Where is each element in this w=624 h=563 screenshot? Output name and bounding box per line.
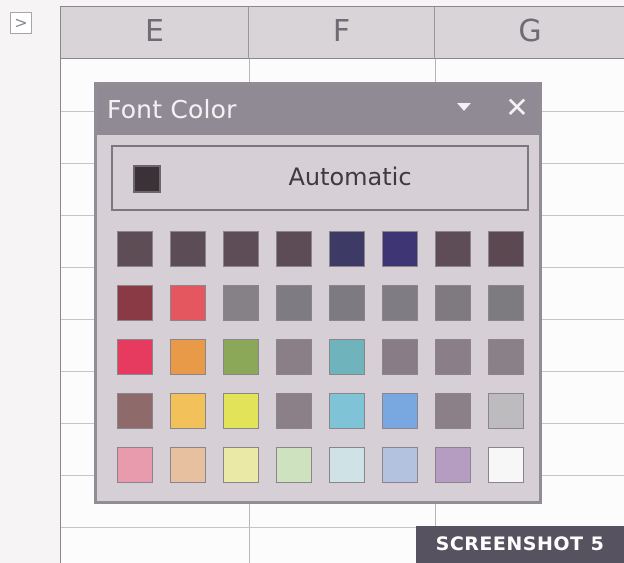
column-header-f[interactable]: F bbox=[249, 7, 435, 59]
color-swatch-r5-c8[interactable] bbox=[488, 447, 524, 483]
color-swatch-r1-c3[interactable] bbox=[223, 231, 259, 267]
color-swatch-r1-c8[interactable] bbox=[488, 231, 524, 267]
color-swatch-r2-c1[interactable] bbox=[117, 285, 153, 321]
color-swatch-r5-c1[interactable] bbox=[117, 447, 153, 483]
column-header-g[interactable]: G bbox=[435, 7, 624, 59]
color-swatch-r3-c5[interactable] bbox=[329, 339, 365, 375]
close-icon[interactable]: ✕ bbox=[502, 91, 532, 125]
palette-title-bar[interactable]: Font Color ✕ bbox=[97, 85, 539, 135]
column-header-e[interactable]: E bbox=[61, 7, 249, 59]
color-swatch-r4-c1[interactable] bbox=[117, 393, 153, 429]
color-swatch-r1-c6[interactable] bbox=[382, 231, 418, 267]
color-swatch-r4-c6[interactable] bbox=[382, 393, 418, 429]
color-swatch-r1-c7[interactable] bbox=[435, 231, 471, 267]
color-swatch-r2-c4[interactable] bbox=[276, 285, 312, 321]
screenshot-watermark: SCREENSHOT 5 bbox=[416, 526, 624, 563]
color-swatch-r2-c3[interactable] bbox=[223, 285, 259, 321]
color-swatch-r1-c5[interactable] bbox=[329, 231, 365, 267]
color-swatch-r4-c4[interactable] bbox=[276, 393, 312, 429]
color-swatch-r1-c4[interactable] bbox=[276, 231, 312, 267]
color-swatch-r5-c5[interactable] bbox=[329, 447, 365, 483]
screenshot-stage: > E F G Font Color ✕ Automatic SCREENSHO… bbox=[0, 0, 624, 563]
color-swatch-grid bbox=[117, 231, 525, 487]
color-swatch-r4-c3[interactable] bbox=[223, 393, 259, 429]
color-swatch-r1-c1[interactable] bbox=[117, 231, 153, 267]
automatic-color-swatch bbox=[133, 165, 161, 193]
color-swatch-r5-c3[interactable] bbox=[223, 447, 259, 483]
color-swatch-r3-c4[interactable] bbox=[276, 339, 312, 375]
color-swatch-r3-c2[interactable] bbox=[170, 339, 206, 375]
color-swatch-r2-c7[interactable] bbox=[435, 285, 471, 321]
color-swatch-r3-c1[interactable] bbox=[117, 339, 153, 375]
expand-arrow-button[interactable]: > bbox=[10, 12, 32, 34]
color-swatch-r3-c3[interactable] bbox=[223, 339, 259, 375]
color-swatch-r4-c2[interactable] bbox=[170, 393, 206, 429]
color-swatch-r4-c7[interactable] bbox=[435, 393, 471, 429]
chevron-right-icon: > bbox=[14, 13, 28, 32]
palette-title: Font Color bbox=[107, 95, 237, 124]
color-swatch-r4-c8[interactable] bbox=[488, 393, 524, 429]
color-swatch-r1-c2[interactable] bbox=[170, 231, 206, 267]
column-headers: E F G bbox=[61, 7, 624, 59]
color-swatch-r5-c2[interactable] bbox=[170, 447, 206, 483]
automatic-label: Automatic bbox=[288, 163, 412, 191]
automatic-color-button[interactable]: Automatic bbox=[111, 145, 529, 211]
color-swatch-r5-c4[interactable] bbox=[276, 447, 312, 483]
color-swatch-r4-c5[interactable] bbox=[329, 393, 365, 429]
color-swatch-r5-c7[interactable] bbox=[435, 447, 471, 483]
color-swatch-r3-c6[interactable] bbox=[382, 339, 418, 375]
font-color-palette: Font Color ✕ Automatic bbox=[94, 82, 542, 504]
color-swatch-r2-c6[interactable] bbox=[382, 285, 418, 321]
color-swatch-r2-c2[interactable] bbox=[170, 285, 206, 321]
color-swatch-r5-c6[interactable] bbox=[382, 447, 418, 483]
color-swatch-r2-c8[interactable] bbox=[488, 285, 524, 321]
color-swatch-r2-c5[interactable] bbox=[329, 285, 365, 321]
color-swatch-r3-c8[interactable] bbox=[488, 339, 524, 375]
color-swatch-r3-c7[interactable] bbox=[435, 339, 471, 375]
dropdown-arrow-icon[interactable] bbox=[457, 103, 471, 111]
